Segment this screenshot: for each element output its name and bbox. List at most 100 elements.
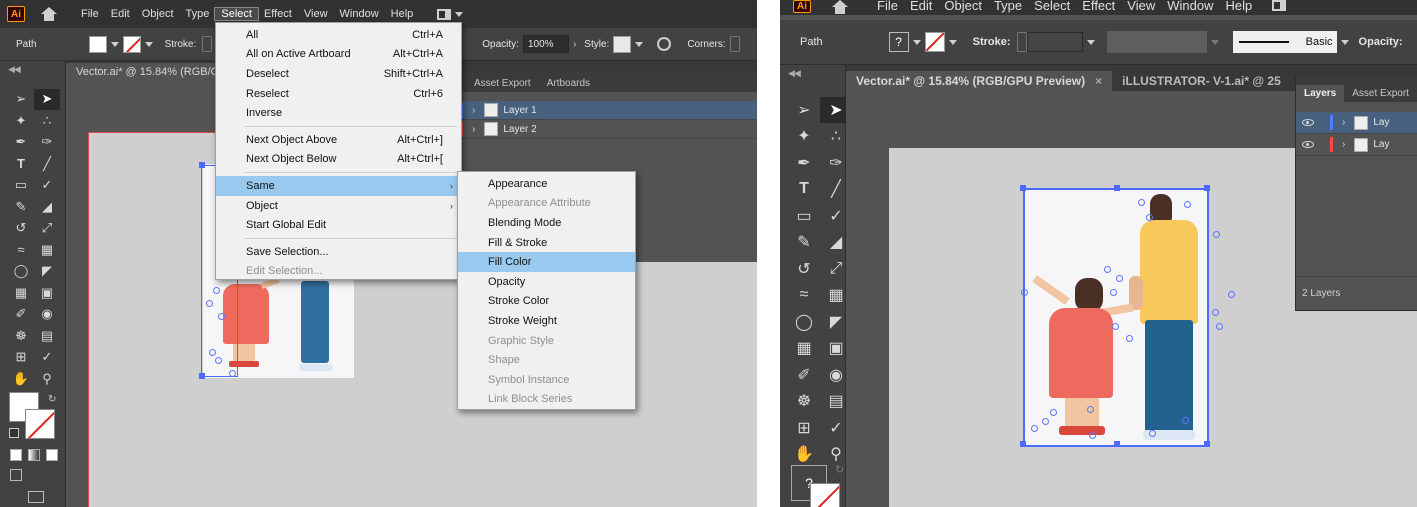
rectangle-tool-icon[interactable]: ▭	[788, 203, 820, 229]
artboard-tool-icon[interactable]: ⊞	[8, 347, 34, 368]
menu-item-reselect[interactable]: Reselect Ctrl+6	[216, 84, 461, 104]
lasso-tool-icon[interactable]: ∴	[34, 111, 60, 132]
menu-item-next-object-below[interactable]: Next Object Below Alt+Ctrl+[	[216, 150, 461, 170]
scale-tool-icon[interactable]: ⤢	[34, 218, 60, 239]
submenu-item-opacity[interactable]: Opacity	[458, 272, 635, 292]
chevron-right-icon[interactable]: ›	[472, 124, 475, 135]
menu-view[interactable]: View	[298, 8, 334, 20]
anchor-point[interactable]	[209, 349, 216, 356]
home-icon[interactable]	[40, 7, 58, 21]
pen-tool-icon[interactable]: ✒	[788, 150, 820, 176]
layer-name[interactable]: Layer 1	[503, 105, 536, 116]
selection-handle[interactable]	[199, 162, 205, 168]
zoom-tool-icon[interactable]: ⚲	[34, 369, 60, 390]
tab-illustrator-document[interactable]: iLLUSTRATOR- V-1.ai* @ 25	[1112, 71, 1291, 91]
collapse-icon[interactable]: ◀◀	[8, 64, 21, 75]
submenu-item-appearance[interactable]: Appearance	[458, 174, 635, 194]
eye-icon[interactable]	[1302, 119, 1314, 126]
brush-definition-field[interactable]: Basic	[1232, 31, 1337, 53]
selection-handle[interactable]	[1020, 185, 1026, 191]
type-tool-icon[interactable]: T	[8, 154, 34, 175]
perspective-grid-tool-icon[interactable]: ◤	[34, 261, 60, 282]
chevron-down-icon[interactable]	[455, 11, 464, 17]
opacity-field[interactable]: 100%	[522, 35, 569, 53]
anchor-point[interactable]	[1138, 199, 1145, 206]
menu-type[interactable]: Type	[180, 8, 216, 20]
anchor-point[interactable]	[1087, 406, 1094, 413]
menu-select[interactable]: Select	[214, 7, 259, 21]
chevron-down-icon[interactable]	[1086, 39, 1095, 45]
chevron-down-icon[interactable]	[1210, 39, 1219, 45]
menu-edit[interactable]: Edit	[105, 8, 136, 20]
menu-item-inverse[interactable]: Inverse	[216, 103, 461, 123]
chevron-right-icon[interactable]: ›	[573, 39, 576, 50]
anchor-point[interactable]	[1031, 425, 1038, 432]
layer-row[interactable]: › Layer 2	[460, 120, 757, 139]
submenu-item-fill-stroke[interactable]: Fill & Stroke	[458, 233, 635, 253]
shape-builder-tool-icon[interactable]: ◯	[788, 309, 820, 335]
menu-item-next-object-above[interactable]: Next Object Above Alt+Ctrl+]	[216, 130, 461, 150]
eyedropper-tool-icon[interactable]: ✐	[788, 362, 820, 388]
menu-item-deselect[interactable]: Deselect Shift+Ctrl+A	[216, 64, 461, 84]
anchor-point[interactable]	[1050, 409, 1057, 416]
stroke-color-swatch[interactable]	[810, 483, 840, 507]
chevron-down-icon[interactable]	[144, 41, 153, 47]
menu-item-save-selection[interactable]: Save Selection...	[216, 242, 461, 262]
tab-vector-document[interactable]: Vector.ai* @ 15.84% (RGB/GPU Preview) ×	[846, 71, 1113, 91]
anchor-point[interactable]	[1228, 291, 1235, 298]
tab-asset-export[interactable]: Asset Export	[1344, 85, 1417, 102]
gradient-tool-icon[interactable]: ▣	[34, 283, 60, 304]
anchor-point[interactable]	[1110, 289, 1117, 296]
selection-handle[interactable]	[1114, 185, 1120, 191]
submenu-item-blending-mode[interactable]: Blending Mode	[458, 213, 635, 233]
stroke-swatch[interactable]	[122, 35, 141, 53]
pen-tool-icon[interactable]: ✒	[8, 132, 34, 153]
none-mode-icon[interactable]	[46, 449, 58, 461]
chevron-down-icon[interactable]	[948, 39, 957, 45]
chevron-right-icon[interactable]: ›	[472, 105, 475, 116]
variable-width-profile[interactable]	[1106, 31, 1207, 53]
anchor-point[interactable]	[1146, 214, 1153, 221]
graph-tool-icon[interactable]: ▤	[34, 326, 60, 347]
layer-row[interactable]: › Lay	[1296, 134, 1417, 156]
color-mode-icon[interactable]	[10, 449, 22, 461]
stroke-stepper[interactable]	[202, 36, 213, 52]
pencil-tool-icon[interactable]: ✎	[788, 230, 820, 256]
selection-handle[interactable]	[1204, 441, 1210, 447]
anchor-point[interactable]	[1112, 323, 1119, 330]
submenu-item-stroke-weight[interactable]: Stroke Weight	[458, 311, 635, 331]
menu-type[interactable]: Type	[988, 0, 1028, 12]
magic-wand-tool-icon[interactable]: ✦	[8, 111, 34, 132]
menu-item-object[interactable]: Object ›	[216, 196, 461, 216]
anchor-point[interactable]	[206, 300, 213, 307]
layer-row[interactable]: › Layer 1	[460, 101, 757, 120]
menu-object[interactable]: Object	[136, 8, 180, 20]
anchor-point[interactable]	[1126, 335, 1133, 342]
tab-asset-export[interactable]: Asset Export	[466, 75, 539, 92]
symbol-sprayer-tool-icon[interactable]: ☸	[788, 389, 820, 415]
corners-stepper[interactable]	[729, 36, 740, 52]
menu-file[interactable]: File	[75, 8, 105, 20]
paintbrush-tool-icon[interactable]: ✓	[34, 175, 60, 196]
menu-window[interactable]: Window	[334, 8, 385, 20]
menu-item-start-global-edit[interactable]: Start Global Edit	[216, 215, 461, 235]
anchor-point[interactable]	[1089, 432, 1096, 439]
free-transform-tool-icon[interactable]: ▦	[34, 240, 60, 261]
rotate-tool-icon[interactable]: ↺	[788, 256, 820, 282]
swap-colors-icon[interactable]: ↻	[48, 394, 56, 405]
stroke-stepper[interactable]	[1016, 32, 1027, 52]
rotate-tool-icon[interactable]: ↺	[8, 218, 34, 239]
recolor-icon[interactable]	[657, 37, 672, 51]
selection-handle[interactable]	[1204, 185, 1210, 191]
workspace-switcher-icon[interactable]	[437, 8, 452, 20]
menu-view[interactable]: View	[1121, 0, 1161, 12]
chevron-down-icon[interactable]	[635, 41, 644, 47]
menu-file[interactable]: File	[871, 0, 904, 12]
anchor-point[interactable]	[229, 370, 236, 377]
chevron-down-icon[interactable]	[1340, 39, 1349, 45]
magic-wand-tool-icon[interactable]: ✦	[788, 124, 820, 150]
fill-unknown-swatch[interactable]: ?	[888, 32, 909, 52]
menu-item-all[interactable]: All Ctrl+A	[216, 25, 461, 45]
rectangle-tool-icon[interactable]: ▭	[8, 175, 34, 196]
anchor-point[interactable]	[1216, 323, 1223, 330]
